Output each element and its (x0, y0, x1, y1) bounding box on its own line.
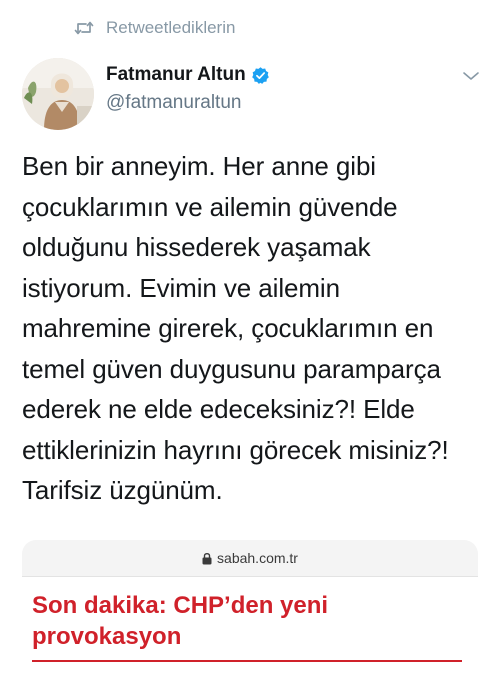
tweet-line: istiyorum. Evimin ve ailemin (22, 272, 340, 303)
avatar[interactable] (22, 58, 94, 130)
tweet-line: Tarifsiz üzgünüm. (22, 475, 223, 505)
tweet-text: Ben bir anneyim. Her anne gibi çocukları… (22, 146, 492, 511)
retweet-context[interactable]: Retweetlediklerin (74, 18, 235, 38)
tweet-line: mahremine girerek, çocuklarımın en (22, 313, 434, 343)
tweet-line: çocuklarımın ve ailemin güvende (22, 191, 398, 222)
headline-line: Son dakika: CHP’den yeni (32, 592, 329, 619)
tweet-line: ettiklerinizin hayrını görecek misiniz?! (22, 434, 449, 465)
headline-divider (32, 660, 462, 662)
verified-badge-icon (251, 66, 270, 85)
url-text: sabah.com.tr (217, 550, 298, 566)
tweet-line: temel güven duygusunu paramparça (22, 353, 441, 384)
author-name[interactable]: Fatmanur Altun (106, 64, 246, 86)
retweet-icon (74, 21, 94, 35)
embedded-article-screenshot[interactable]: sabah.com.tr Son dakika: CHP’den yeni pr… (22, 540, 478, 675)
tweet-line: Ben bir anneyim. Her anne gibi (22, 151, 376, 181)
lock-icon (202, 552, 212, 564)
headline-line: provokasyon (32, 623, 182, 650)
author-handle[interactable]: @fatmanuraltun (106, 92, 241, 114)
browser-url-bar: sabah.com.tr (22, 540, 478, 577)
tweet-line: ederek ne elde edeceksiniz?! Elde (22, 394, 415, 424)
tweet-line: olduğunu hissederek yaşamak (22, 232, 371, 262)
profile-photo (22, 58, 94, 130)
article-headline: Son dakika: CHP’den yeni provokasyon (32, 590, 472, 652)
chevron-down-icon[interactable] (462, 70, 480, 82)
retweet-label: Retweetlediklerin (106, 18, 236, 37)
author-name-row[interactable]: Fatmanur Altun (106, 64, 270, 86)
